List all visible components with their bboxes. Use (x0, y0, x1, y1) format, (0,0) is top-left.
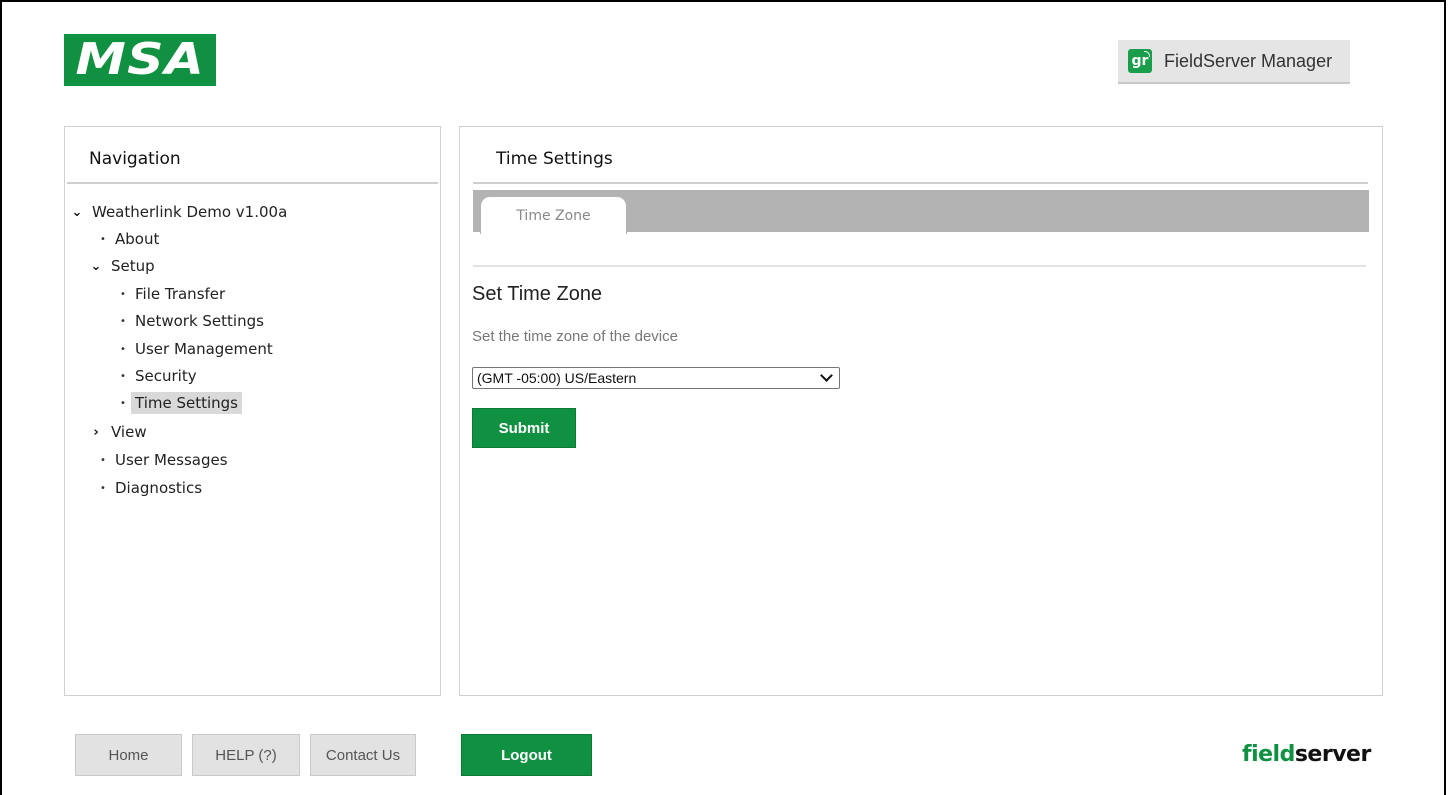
fieldserver-manager-icon: gr (1128, 49, 1152, 73)
fieldserver-manager-label: FieldServer Manager (1164, 50, 1333, 71)
nav-item-user-management[interactable]: • User Management (119, 336, 273, 362)
contact-us-button[interactable]: Contact Us (310, 734, 416, 776)
nav-item-label: User Messages (115, 451, 228, 469)
nav-item-time-settings[interactable]: • Time Settings (119, 390, 243, 416)
fieldserver-manager-button[interactable]: gr FieldServer Manager (1118, 40, 1350, 84)
section-title: Set Time Zone (472, 283, 603, 305)
fieldserver-logo-part2: server (1294, 742, 1371, 767)
nav-item-user-messages[interactable]: • User Messages (99, 447, 228, 473)
nav-item-label: Diagnostics (115, 479, 203, 497)
navigation-panel: Navigation ⌄ Weatherlink Demo v1.00a • A… (64, 126, 441, 696)
nav-item-weatherlink-demo[interactable]: ⌄ Weatherlink Demo v1.00a (70, 199, 288, 225)
main-panel: Time Settings Time Zone Set Time Zone Se… (459, 126, 1383, 696)
section-description: Set the time zone of the device (472, 328, 678, 345)
chevron-down-icon (820, 369, 833, 382)
home-button[interactable]: Home (75, 734, 182, 776)
fieldserver-logo: fieldserver (1242, 742, 1371, 767)
chevron-down-icon[interactable]: ⌄ (70, 205, 84, 220)
time-zone-form: Set Time Zone Set the time zone of the d… (460, 127, 1382, 695)
nav-item-label: Setup (111, 257, 155, 275)
bullet-icon: • (120, 315, 126, 327)
bullet-icon: • (120, 343, 126, 355)
nav-item-file-transfer[interactable]: • File Transfer (119, 281, 225, 307)
nav-item-security[interactable]: • Security (119, 363, 197, 389)
nav-item-label: Time Settings (131, 392, 243, 414)
timezone-select[interactable]: (GMT -05:00) US/Eastern (472, 367, 840, 389)
navigation-title: Navigation (89, 149, 181, 169)
bullet-icon: • (100, 233, 106, 245)
nav-item-setup[interactable]: ⌄ Setup (89, 253, 155, 279)
bullet-icon: • (120, 288, 126, 300)
nav-item-about[interactable]: • About (99, 226, 159, 252)
nav-item-label: View (111, 423, 147, 441)
nav-item-network-settings[interactable]: • Network Settings (119, 308, 264, 334)
help-button[interactable]: HELP (?) (192, 734, 300, 776)
nav-item-diagnostics[interactable]: • Diagnostics (99, 475, 202, 501)
logout-button[interactable]: Logout (461, 734, 592, 776)
submit-button[interactable]: Submit (472, 408, 576, 448)
msa-logo: MSA (64, 34, 216, 86)
navigation-divider (67, 182, 438, 184)
bullet-icon: • (120, 397, 126, 409)
msa-logo-text: MSA (75, 34, 205, 85)
nav-item-view[interactable]: › View (89, 419, 147, 445)
chevron-right-icon[interactable]: › (89, 425, 103, 440)
nav-item-label: File Transfer (135, 285, 226, 303)
bullet-icon: • (100, 454, 106, 466)
fieldserver-logo-part1: field (1242, 742, 1295, 767)
chevron-down-icon[interactable]: ⌄ (89, 259, 103, 274)
timezone-selected-value: (GMT -05:00) US/Eastern (477, 370, 637, 386)
nav-item-label: Weatherlink Demo v1.00a (92, 203, 288, 221)
bullet-icon: • (120, 370, 126, 382)
nav-item-label: User Management (135, 340, 273, 358)
bullet-icon: • (100, 482, 106, 494)
nav-item-label: Network Settings (135, 312, 264, 330)
nav-item-label: Security (135, 367, 197, 385)
nav-item-label: About (115, 230, 160, 248)
